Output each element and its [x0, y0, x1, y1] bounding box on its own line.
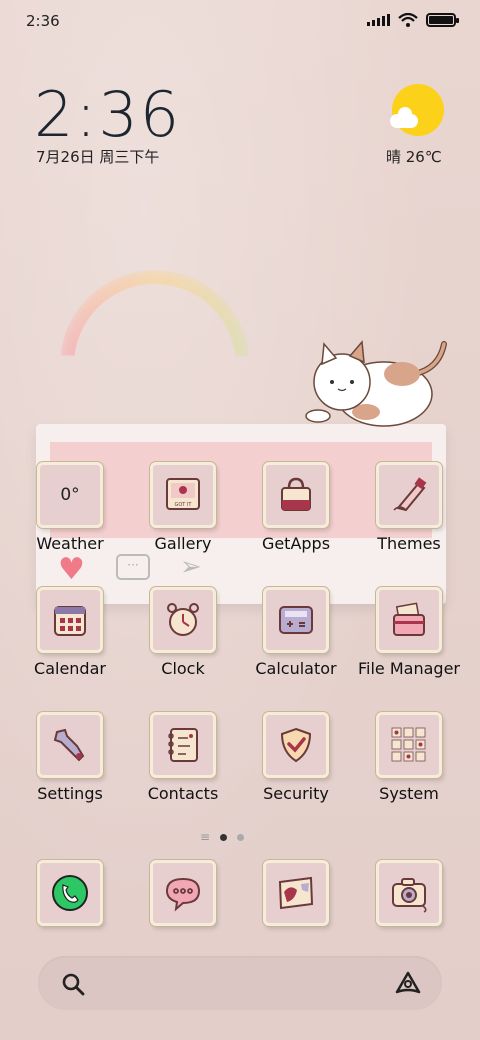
app-system[interactable]: System — [354, 712, 464, 803]
system-folder-icon[interactable] — [376, 712, 442, 778]
search-icon[interactable] — [60, 971, 86, 997]
app-gallery[interactable]: GOT IT Gallery — [128, 462, 238, 553]
app-label: Security — [263, 784, 329, 803]
gallery-tile-text: GOT IT — [175, 502, 193, 508]
cloud-icon — [390, 107, 418, 128]
dock-messages[interactable] — [128, 860, 238, 926]
app-label: Calendar — [34, 659, 106, 678]
bag-icon[interactable] — [263, 462, 329, 528]
paper-plane-icon: ➢ — [180, 552, 202, 582]
clock-widget-date[interactable]: 7月26日 周三下午 — [36, 146, 159, 167]
clock-widget-time[interactable]: 2:36 — [34, 78, 181, 151]
status-bar: 2:36 — [0, 0, 480, 42]
weather-tile-text: 0° — [60, 485, 80, 505]
dock-phone[interactable] — [15, 860, 125, 926]
app-weather[interactable]: 0° Weather — [15, 462, 125, 553]
app-label: Clock — [161, 659, 205, 678]
search-bar[interactable] — [38, 956, 442, 1010]
app-calculator[interactable]: Calculator — [241, 587, 351, 678]
browser-map-icon[interactable] — [263, 860, 329, 926]
paint-tube-icon[interactable] — [376, 462, 442, 528]
weather-widget-text[interactable]: 晴 26℃ — [386, 146, 442, 167]
assistant-icon[interactable] — [394, 970, 422, 996]
gallery-icon[interactable]: GOT IT — [150, 462, 216, 528]
battery-icon — [426, 13, 459, 27]
app-label: File Manager — [358, 659, 460, 678]
dock-browser[interactable] — [241, 860, 351, 926]
app-label: GetApps — [261, 534, 331, 553]
page-dot-active[interactable] — [220, 833, 228, 841]
message-icon[interactable] — [150, 860, 216, 926]
shield-icon[interactable] — [263, 712, 329, 778]
chat-bubble-icon: ··· — [116, 554, 150, 580]
phone-icon[interactable] — [37, 860, 103, 926]
app-label: System — [379, 784, 439, 803]
app-label: Contacts — [147, 784, 219, 803]
app-getapps[interactable]: GetApps — [241, 462, 351, 553]
calendar-icon[interactable] — [37, 587, 103, 653]
calculator-icon[interactable] — [263, 587, 329, 653]
weather-app-icon[interactable]: 0° — [37, 462, 103, 528]
folder-icon[interactable] — [376, 587, 442, 653]
app-settings[interactable]: Settings — [15, 712, 125, 803]
page-dot[interactable] — [237, 833, 245, 841]
menu-lines-icon: ≡ — [200, 830, 211, 844]
app-file-manager[interactable]: File Manager — [354, 587, 464, 678]
app-contacts[interactable]: Contacts — [128, 712, 238, 803]
app-security[interactable]: Security — [241, 712, 351, 803]
wifi-icon — [398, 13, 418, 27]
heart-icon: ♥ — [58, 552, 85, 587]
app-clock[interactable]: Clock — [128, 587, 238, 678]
dock-camera[interactable] — [354, 860, 464, 926]
page-indicator[interactable]: ≡ — [200, 830, 245, 844]
alarm-clock-icon[interactable] — [150, 587, 216, 653]
app-themes[interactable]: Themes — [354, 462, 464, 553]
app-label: Calculator — [255, 659, 337, 678]
notebook-icon[interactable] — [150, 712, 216, 778]
camera-icon[interactable] — [376, 860, 442, 926]
wrench-icon[interactable] — [37, 712, 103, 778]
app-label: Settings — [37, 784, 103, 803]
app-calendar[interactable]: Calendar — [15, 587, 125, 678]
cat-illustration — [305, 340, 447, 427]
app-label: Weather — [36, 534, 104, 553]
app-label: Gallery — [154, 534, 212, 553]
status-time: 2:36 — [26, 12, 60, 30]
signal-icon — [367, 14, 390, 26]
app-label: Themes — [377, 534, 441, 553]
